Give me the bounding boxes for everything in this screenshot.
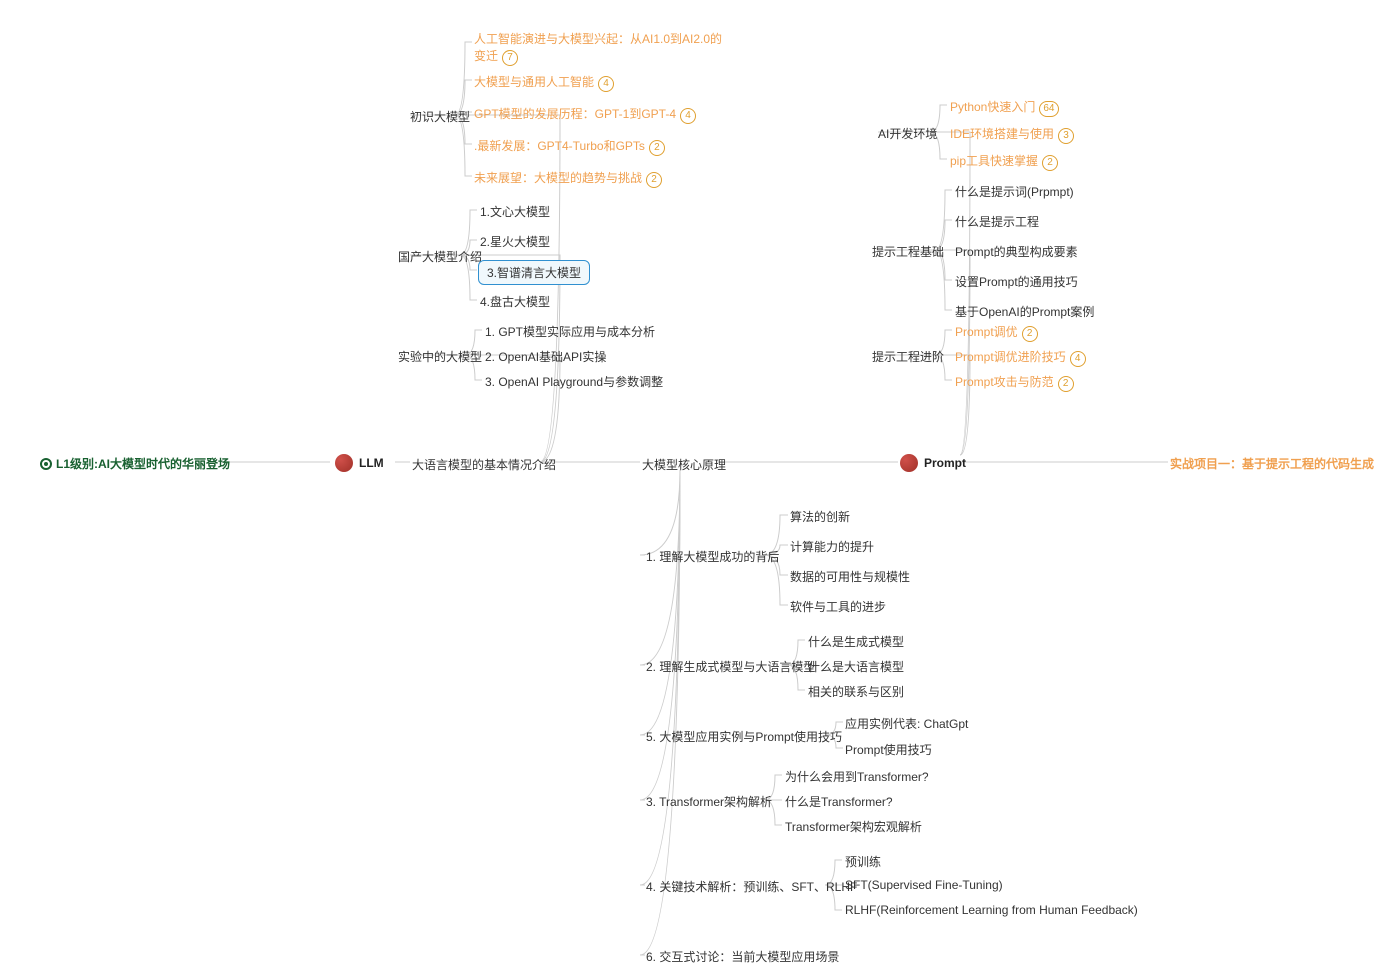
- pb1-leaf-4[interactable]: 基于OpenAI的Prompt案例: [955, 303, 1094, 320]
- core-c5-leaf-0[interactable]: 应用实例代表: ChatGpt: [845, 715, 968, 732]
- prompt-logo-icon: [900, 454, 918, 472]
- br1-child-2[interactable]: GPT模型的发展历程：GPT-1到GPT-44: [474, 105, 696, 124]
- pb0-leaf-2[interactable]: pip工具快速掌握2: [950, 152, 1058, 171]
- connector-lines: [0, 0, 1376, 970]
- prompt-branch-env[interactable]: AI开发环境: [878, 125, 937, 142]
- core-c3-leaf-0[interactable]: 为什么会用到Transformer?: [785, 768, 929, 785]
- pb1-leaf-0[interactable]: 什么是提示词(Prpmpt): [955, 183, 1074, 200]
- core-child-6[interactable]: 6. 交互式讨论：当前大模型应用场景: [646, 948, 839, 965]
- prompt-node[interactable]: Prompt: [900, 454, 966, 472]
- core-c5-leaf-1[interactable]: Prompt使用技巧: [845, 741, 932, 758]
- llm-node[interactable]: LLM: [335, 454, 384, 472]
- pb1-leaf-2[interactable]: Prompt的典型构成要素: [955, 243, 1078, 260]
- br3-child-2[interactable]: 3. OpenAI Playground与参数调整: [485, 373, 663, 390]
- branch-domestic-llm[interactable]: 国产大模型介绍: [398, 248, 482, 265]
- br3-child-0[interactable]: 1. GPT模型实际应用与成本分析: [485, 323, 655, 340]
- branch-intro-llm[interactable]: 初识大模型: [410, 108, 470, 125]
- pb0-leaf-0[interactable]: Python快速入门64: [950, 98, 1059, 117]
- root-label: L1级别:AI大模型时代的华丽登场: [56, 455, 230, 472]
- prompt-branch-advanced[interactable]: 提示工程进阶: [872, 348, 944, 365]
- br1-child-4[interactable]: 未来展望：大模型的趋势与挑战2: [474, 169, 662, 188]
- pb2-leaf-1[interactable]: Prompt调优进阶技巧4: [955, 348, 1086, 367]
- pb1-leaf-1[interactable]: 什么是提示工程: [955, 213, 1039, 230]
- root-icon: [40, 458, 52, 470]
- core-child-4[interactable]: 4. 关键技术解析：预训练、SFT、RLHF: [646, 878, 857, 895]
- core-c2-leaf-2[interactable]: 相关的联系与区别: [808, 683, 904, 700]
- core-c1-leaf-3[interactable]: 软件与工具的进步: [790, 598, 886, 615]
- core-c4-leaf-1[interactable]: SFT(Supervised Fine-Tuning): [845, 878, 1003, 892]
- llm-subtitle[interactable]: 大语言模型的基本情况介绍: [412, 456, 556, 473]
- core-node[interactable]: 大模型核心原理: [642, 456, 726, 473]
- br2-child-1[interactable]: 2.星火大模型: [480, 233, 550, 250]
- br1-child-1[interactable]: 大模型与通用人工智能4: [474, 73, 614, 92]
- br2-child-0[interactable]: 1.文心大模型: [480, 203, 550, 220]
- core-c2-leaf-0[interactable]: 什么是生成式模型: [808, 633, 904, 650]
- br3-child-1[interactable]: 2. OpenAI基础API实操: [485, 348, 606, 365]
- prompt-label: Prompt: [924, 456, 966, 470]
- pb1-leaf-3[interactable]: 设置Prompt的通用技巧: [955, 273, 1078, 290]
- br2-child-2-selected[interactable]: 3.智谱清言大模型: [478, 260, 590, 285]
- pb0-leaf-1[interactable]: IDE环境搭建与使用3: [950, 125, 1074, 144]
- core-c4-leaf-2[interactable]: RLHF(Reinforcement Learning from Human F…: [845, 903, 1138, 917]
- core-c1-leaf-2[interactable]: 数据的可用性与规模性: [790, 568, 910, 585]
- core-child-2[interactable]: 2. 理解生成式模型与大语言模型: [646, 658, 815, 675]
- pb2-leaf-0[interactable]: Prompt调优2: [955, 323, 1038, 342]
- core-c1-leaf-1[interactable]: 计算能力的提升: [790, 538, 874, 555]
- br1-child-0[interactable]: 人工智能演进与大模型兴起：从AI1.0到AI2.0的变迁7: [474, 30, 734, 66]
- llm-label: LLM: [359, 456, 384, 470]
- root-node[interactable]: L1级别:AI大模型时代的华丽登场: [40, 455, 230, 472]
- branch-experiment-llm[interactable]: 实验中的大模型: [398, 348, 482, 365]
- core-c3-leaf-2[interactable]: Transformer架构宏观解析: [785, 818, 922, 835]
- core-c1-leaf-0[interactable]: 算法的创新: [790, 508, 850, 525]
- core-c3-leaf-1[interactable]: 什么是Transformer?: [785, 793, 893, 810]
- core-c2-leaf-1[interactable]: 什么是大语言模型: [808, 658, 904, 675]
- project-node[interactable]: 实战项目一：基于提示工程的代码生成: [1170, 455, 1374, 472]
- br2-child-3[interactable]: 4.盘古大模型: [480, 293, 550, 310]
- core-c4-leaf-0[interactable]: 预训练: [845, 853, 881, 870]
- core-child-1[interactable]: 1. 理解大模型成功的背后: [646, 548, 779, 565]
- llm-logo-icon: [335, 454, 353, 472]
- pb2-leaf-2[interactable]: Prompt攻击与防范2: [955, 373, 1074, 392]
- core-child-5[interactable]: 5. 大模型应用实例与Prompt使用技巧: [646, 728, 842, 745]
- prompt-branch-basics[interactable]: 提示工程基础: [872, 243, 944, 260]
- br1-child-3[interactable]: .最新发展：GPT4-Turbo和GPTs2: [474, 137, 665, 156]
- core-child-3[interactable]: 3. Transformer架构解析: [646, 793, 772, 810]
